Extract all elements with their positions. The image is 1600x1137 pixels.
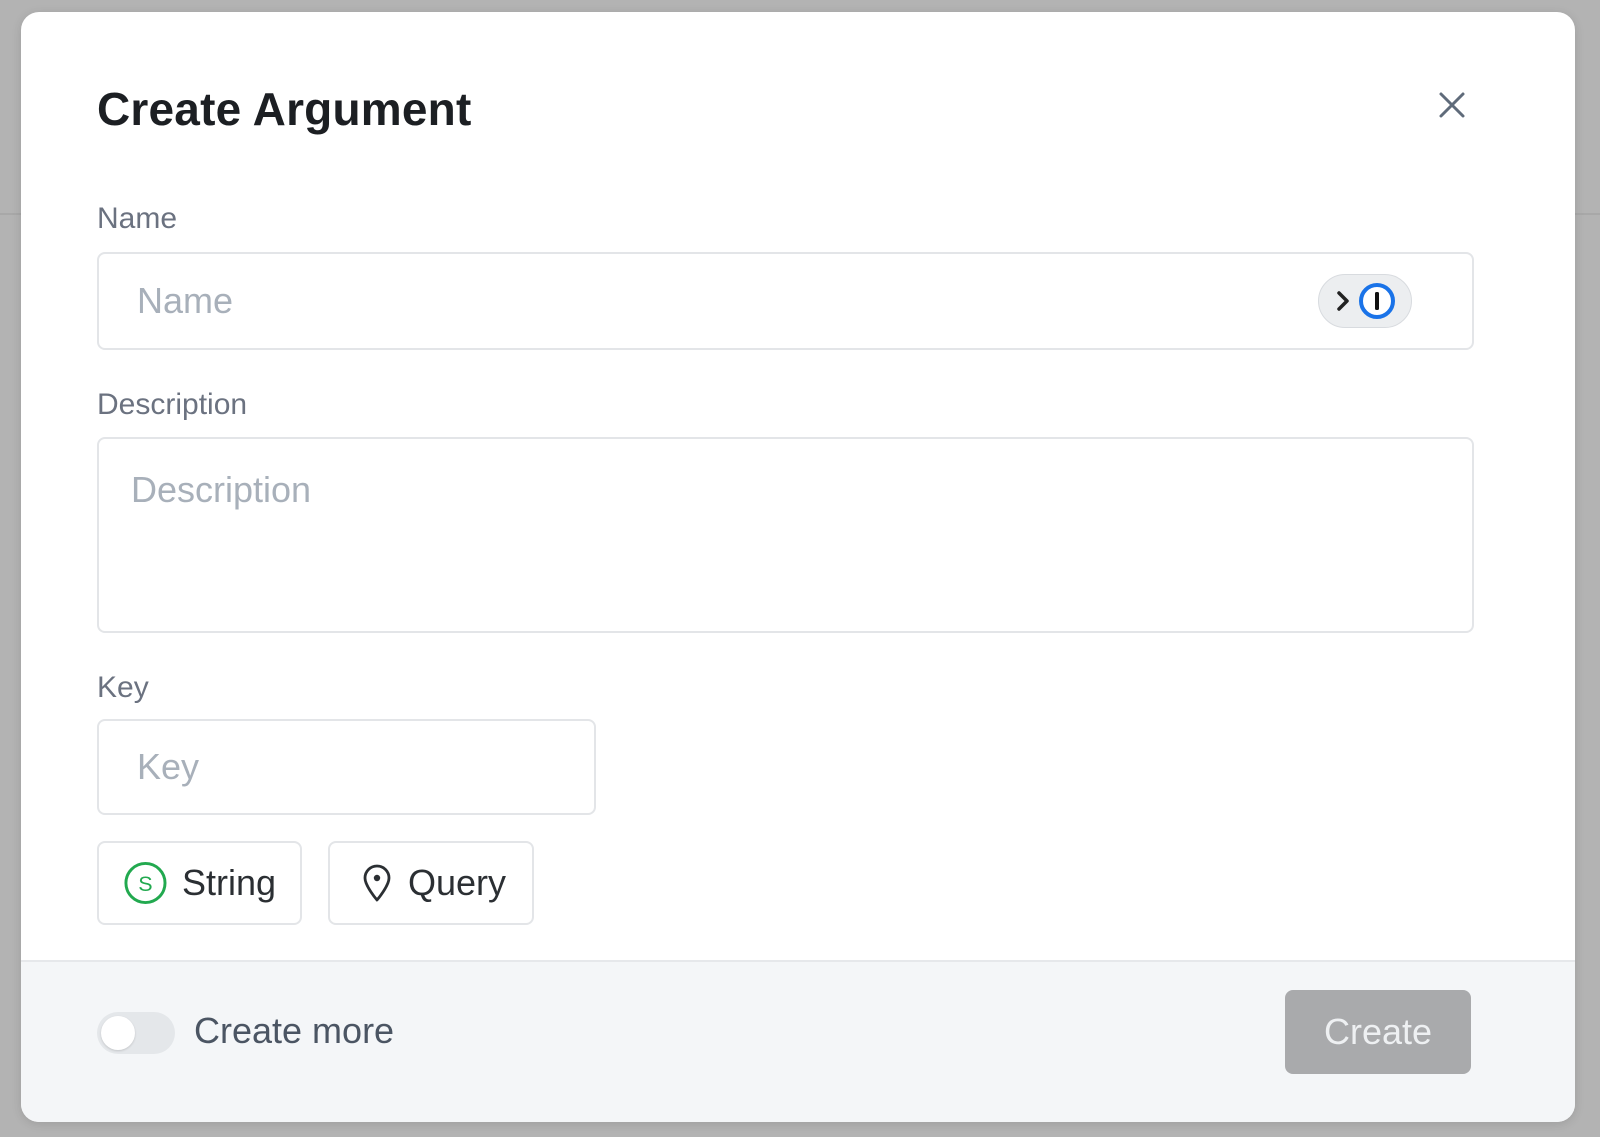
key-label: Key [97, 671, 149, 704]
location-pin-icon [363, 864, 391, 902]
key-input[interactable] [97, 719, 596, 815]
name-label: Name [97, 202, 178, 235]
type-select-label: String [181, 862, 276, 903]
create-argument-dialog: Create Argument Name Description Key S S… [21, 12, 1575, 1122]
dialog-title: Create Argument [97, 83, 472, 135]
password-manager-icon [1359, 283, 1395, 319]
description-textarea[interactable] [97, 437, 1474, 633]
svg-text:S: S [138, 872, 152, 896]
type-select-string[interactable]: S String [97, 841, 302, 925]
create-more-label: Create more [194, 1010, 395, 1051]
dialog-footer: Create more Create [21, 960, 1575, 1122]
description-label: Description [97, 388, 248, 421]
string-type-icon: S [124, 861, 167, 905]
name-input[interactable] [97, 252, 1474, 350]
create-button[interactable]: Create [1285, 990, 1471, 1074]
chevron-right-icon [1337, 291, 1349, 311]
toggle-knob [101, 1016, 135, 1050]
location-select-query[interactable]: Query [328, 841, 534, 925]
location-select-label: Query [408, 862, 507, 903]
create-more-toggle[interactable] [97, 1012, 175, 1054]
close-icon [1439, 92, 1465, 118]
close-button[interactable] [1431, 84, 1473, 126]
password-manager-button[interactable] [1318, 274, 1412, 328]
